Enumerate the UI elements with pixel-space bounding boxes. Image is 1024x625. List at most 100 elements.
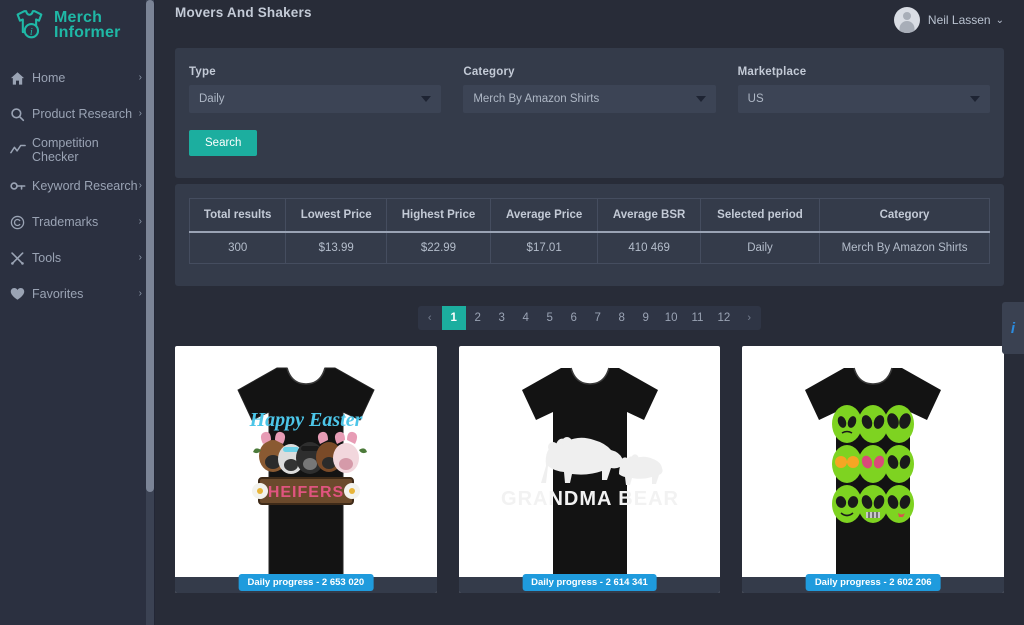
pagination-prev[interactable]: ‹ bbox=[418, 306, 442, 330]
pagination-page-2[interactable]: 2 bbox=[466, 306, 490, 330]
status-badge: Daily progress - 2 614 341 bbox=[522, 574, 657, 591]
topbar: Movers And Shakers Neil Lassen ⌄ bbox=[155, 0, 1024, 42]
stats-table-head: Total results Lowest Price Highest Price… bbox=[189, 198, 990, 233]
marketplace-label: Marketplace bbox=[737, 66, 807, 78]
table-cell: Daily bbox=[700, 232, 821, 264]
trend-line-icon bbox=[10, 143, 32, 157]
table-cell: 300 bbox=[189, 232, 287, 264]
pagination-page-1[interactable]: 1 bbox=[441, 306, 466, 330]
main-content: Movers And Shakers Neil Lassen ⌄ Type Da… bbox=[155, 0, 1024, 625]
table-cell: 410 469 bbox=[597, 232, 701, 264]
user-avatar-icon bbox=[893, 7, 920, 33]
pagination-page-3[interactable]: 3 bbox=[490, 306, 514, 330]
sidebar-item-tools[interactable]: Tools › bbox=[0, 240, 154, 276]
search-button[interactable]: Search bbox=[189, 130, 258, 156]
pagination: ‹ 1 2 3 4 5 6 7 8 9 10 11 12 › bbox=[417, 306, 762, 330]
heart-icon bbox=[10, 287, 32, 301]
category-field: Category Merch By Amazon Shirts bbox=[463, 66, 716, 113]
chevron-right-icon: › bbox=[138, 72, 142, 83]
search-icon bbox=[10, 107, 32, 122]
pagination-page-9[interactable]: 9 bbox=[634, 306, 658, 330]
tshirt-info-icon: i bbox=[10, 6, 48, 44]
copyright-icon bbox=[10, 215, 32, 230]
table-cell: $13.99 bbox=[285, 232, 388, 264]
category-select[interactable]: Merch By Amazon Shirts bbox=[463, 85, 716, 113]
chevron-right-icon: › bbox=[138, 288, 142, 299]
product-grid: Happy Easter HEIFERS Daily progress - 2 … bbox=[155, 346, 1024, 593]
marketplace-field: Marketplace US bbox=[737, 66, 990, 113]
sidebar-item-label: Trademarks bbox=[32, 215, 99, 229]
pagination-page-8[interactable]: 8 bbox=[610, 306, 634, 330]
svg-text:GRANDMA BEAR: GRANDMA BEAR bbox=[501, 488, 679, 510]
pagination-page-5[interactable]: 5 bbox=[538, 306, 562, 330]
sidebar-item-label: Home bbox=[32, 71, 66, 85]
sidebar: i Merch Informer Home › Product Research… bbox=[0, 0, 155, 625]
stats-panel: Total results Lowest Price Highest Price… bbox=[175, 184, 1004, 286]
filters-panel: Type Daily Category Merch By Amazon Shir… bbox=[175, 48, 1004, 178]
chevron-down-icon bbox=[421, 96, 432, 102]
pagination-wrap: ‹ 1 2 3 4 5 6 7 8 9 10 11 12 › bbox=[155, 306, 1024, 330]
brand-name-line1: Merch bbox=[54, 9, 103, 26]
type-select[interactable]: Daily bbox=[189, 85, 442, 113]
tools-icon bbox=[10, 251, 32, 266]
type-label: Type bbox=[189, 66, 216, 78]
app-root: i Merch Informer Home › Product Research… bbox=[0, 0, 1024, 625]
sidebar-scrollbar-thumb[interactable] bbox=[146, 0, 154, 492]
sidebar-item-keyword-research[interactable]: Keyword Research › bbox=[0, 168, 154, 204]
category-label: Category bbox=[463, 66, 515, 78]
status-badge: Daily progress - 2 653 020 bbox=[238, 574, 374, 591]
sidebar-item-competition-checker[interactable]: Competition Checker bbox=[0, 132, 154, 168]
stats-table: Total results Lowest Price Highest Price… bbox=[189, 198, 990, 264]
product-card[interactable]: Happy Easter HEIFERS Daily progress - 2 … bbox=[175, 346, 437, 593]
type-field: Type Daily bbox=[189, 66, 442, 113]
chevron-right-icon: › bbox=[138, 216, 142, 227]
column-header: Selected period bbox=[700, 198, 821, 233]
table-cell: $17.01 bbox=[490, 232, 599, 264]
brand-name-line2: Informer bbox=[54, 24, 121, 41]
table-row: 300 $13.99 $22.99 $17.01 410 469 Daily M… bbox=[189, 232, 990, 264]
marketplace-select[interactable]: US bbox=[737, 85, 990, 113]
pagination-page-6[interactable]: 6 bbox=[562, 306, 586, 330]
key-icon bbox=[10, 179, 32, 193]
column-header: Average Price bbox=[490, 198, 599, 233]
pagination-page-12[interactable]: 12 bbox=[710, 306, 737, 330]
column-header: Average BSR bbox=[597, 198, 701, 233]
chevron-right-icon: › bbox=[138, 108, 142, 119]
user-menu[interactable]: Neil Lassen ⌄ bbox=[893, 2, 1004, 33]
chevron-down-icon: ⌄ bbox=[995, 14, 1004, 26]
filters-row: Type Daily Category Merch By Amazon Shir… bbox=[189, 66, 990, 113]
pagination-next[interactable]: › bbox=[737, 306, 761, 330]
marketplace-select-value: US bbox=[747, 93, 764, 105]
sidebar-item-trademarks[interactable]: Trademarks › bbox=[0, 204, 154, 240]
product-card[interactable]: Daily progress - 2 602 206 bbox=[742, 346, 1005, 593]
alien-faces-shirt bbox=[742, 346, 1004, 593]
pagination-page-11[interactable]: 11 bbox=[685, 306, 711, 330]
info-icon[interactable]: i bbox=[1002, 302, 1024, 354]
category-select-value: Merch By Amazon Shirts bbox=[473, 93, 600, 105]
brand-logo[interactable]: i Merch Informer bbox=[0, 0, 154, 46]
sidebar-item-favorites[interactable]: Favorites › bbox=[0, 276, 154, 312]
column-header: Lowest Price bbox=[285, 198, 388, 233]
pagination-page-10[interactable]: 10 bbox=[658, 306, 685, 330]
svg-text:i: i bbox=[30, 27, 33, 38]
pagination-page-7[interactable]: 7 bbox=[586, 306, 610, 330]
sidebar-item-label: Favorites bbox=[32, 287, 84, 301]
pagination-page-4[interactable]: 4 bbox=[514, 306, 538, 330]
happy-easter-heifers-shirt: Happy Easter HEIFERS bbox=[175, 346, 437, 593]
chevron-down-icon bbox=[969, 96, 980, 102]
sidebar-item-product-research[interactable]: Product Research › bbox=[0, 96, 154, 132]
product-card[interactable]: GRANDMA BEAR Daily progress - 2 614 341 bbox=[458, 346, 721, 593]
sidebar-item-label: Product Research bbox=[32, 107, 133, 121]
status-badge: Daily progress - 2 602 206 bbox=[805, 574, 941, 591]
page-title: Movers And Shakers bbox=[175, 5, 312, 20]
sidebar-item-label: Tools bbox=[32, 251, 62, 265]
chevron-right-icon: › bbox=[138, 252, 142, 263]
sidebar-item-label: Competition Checker bbox=[32, 136, 99, 164]
sidebar-item-home[interactable]: Home › bbox=[0, 60, 154, 96]
user-name: Neil Lassen bbox=[927, 13, 991, 27]
home-icon bbox=[10, 71, 32, 86]
sidebar-scrollbar-track[interactable] bbox=[146, 0, 154, 625]
svg-text:HEIFERS: HEIFERS bbox=[268, 484, 344, 501]
column-header: Highest Price bbox=[386, 198, 491, 233]
sidebar-item-label: Keyword Research bbox=[32, 179, 138, 193]
